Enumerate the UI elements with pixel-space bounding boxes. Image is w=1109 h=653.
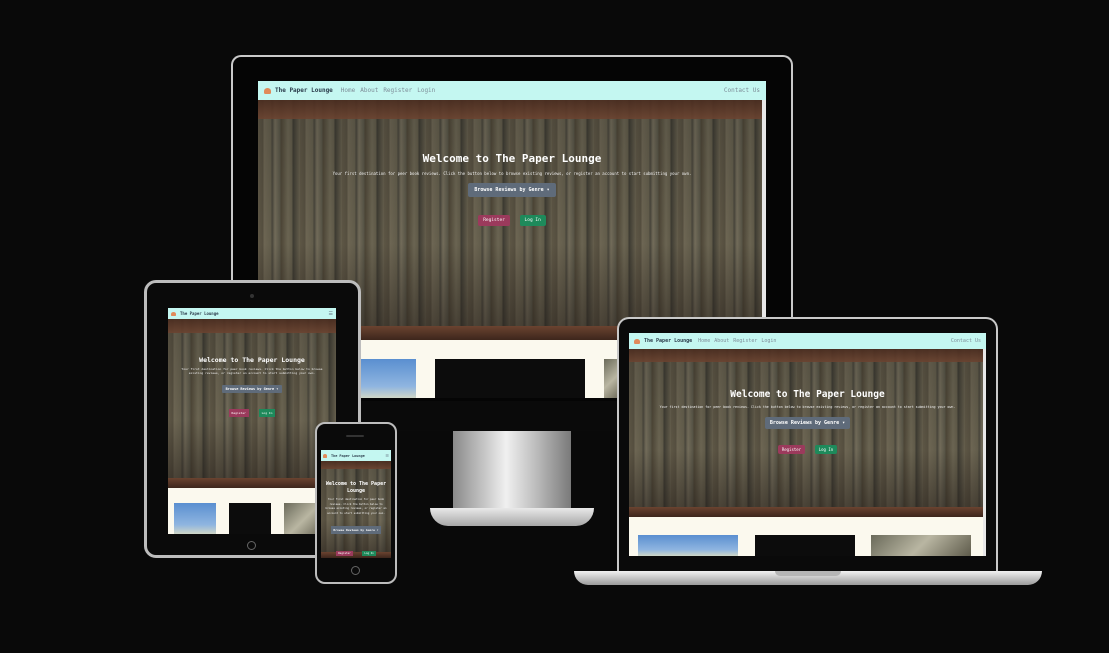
phone-home-button[interactable] — [351, 566, 360, 575]
caret-down-icon: ▾ — [546, 187, 550, 193]
genre-dropdown[interactable]: Browse Reviews by Genre ▾ — [221, 385, 283, 393]
hero-section: Welcome to The Paper Lounge Your first d… — [168, 319, 336, 488]
review-card-image[interactable] — [871, 535, 971, 556]
review-card-image[interactable] — [229, 503, 271, 534]
register-button[interactable]: Register — [228, 409, 249, 417]
desktop-stand — [453, 431, 571, 513]
genre-dropdown-label: Browse Reviews by Genre — [225, 387, 275, 391]
navbar: The Paper Lounge Home About Register Log… — [629, 333, 986, 349]
login-button[interactable]: Log In — [362, 551, 376, 556]
review-card-image[interactable] — [755, 535, 855, 556]
phone-screen: The Paper Lounge ☰ Welcome to The Paper … — [321, 450, 391, 558]
register-button[interactable]: Register — [336, 551, 353, 556]
nav-login[interactable]: Login — [417, 87, 435, 94]
genre-dropdown[interactable]: Browse Reviews by Genre ▾ — [468, 183, 556, 197]
brand-name: The Paper Lounge — [275, 87, 333, 94]
genre-dropdown[interactable]: Browse Reviews by Genre ▾ — [331, 526, 381, 534]
hero-title: Welcome to The Paper Lounge — [199, 356, 305, 364]
genre-dropdown-label: Browse Reviews by Genre — [474, 187, 544, 193]
nav-about[interactable]: About — [714, 338, 729, 344]
review-card-image[interactable] — [435, 359, 585, 398]
login-button[interactable]: Log In — [258, 409, 276, 417]
hero-subtitle: Your first destination for peer book rev… — [332, 171, 692, 176]
hero-title: Welcome to The Paper Lounge — [730, 389, 885, 400]
book-logo-icon — [634, 338, 640, 344]
navbar: The Paper Lounge Home About Register Log… — [258, 81, 766, 100]
register-button[interactable]: Register — [478, 215, 510, 226]
laptop-notch — [775, 571, 841, 576]
login-button[interactable]: Log In — [814, 445, 838, 454]
hero-title: Welcome to The Paper Lounge — [422, 152, 602, 165]
hamburger-menu-icon[interactable]: ☰ — [329, 311, 333, 317]
brand[interactable]: The Paper Lounge — [634, 338, 692, 344]
book-logo-icon — [264, 87, 271, 94]
caret-down-icon: ▾ — [376, 528, 379, 532]
genre-dropdown-label: Browse Reviews by Genre — [769, 420, 840, 426]
book-logo-icon — [323, 453, 327, 458]
brand-name: The Paper Lounge — [180, 311, 219, 316]
laptop-screen: The Paper Lounge Home About Register Log… — [629, 333, 986, 556]
nav-login[interactable]: Login — [761, 338, 776, 344]
phone-speaker — [346, 435, 364, 437]
hero-subtitle: Your first destination for peer book rev… — [325, 498, 387, 515]
hero-section: Welcome to The Paper Lounge Your first d… — [321, 461, 391, 558]
nav-about[interactable]: About — [360, 87, 378, 94]
brand-name: The Paper Lounge — [644, 338, 693, 344]
hero-subtitle: Your first destination for peer book rev… — [181, 367, 323, 375]
caret-down-icon: ▾ — [842, 420, 846, 426]
brand[interactable]: The Paper Lounge — [323, 453, 365, 458]
login-button[interactable]: Log In — [519, 215, 546, 226]
brand-name: The Paper Lounge — [331, 453, 365, 458]
nav-contact[interactable]: Contact Us — [951, 338, 981, 344]
hero-title: Welcome to The Paper Lounge — [325, 481, 387, 494]
review-card-image[interactable] — [638, 535, 738, 556]
nav-register[interactable]: Register — [383, 87, 412, 94]
brand[interactable]: The Paper Lounge — [264, 87, 333, 94]
caret-down-icon: ▾ — [276, 387, 279, 391]
genre-dropdown[interactable]: Browse Reviews by Genre ▾ — [764, 417, 851, 429]
navbar: The Paper Lounge ☰ — [168, 308, 336, 319]
hero-subtitle: Your first destination for peer book rev… — [659, 405, 956, 409]
brand[interactable]: The Paper Lounge — [171, 311, 219, 316]
nav-register[interactable]: Register — [733, 338, 757, 344]
register-button[interactable]: Register — [777, 445, 806, 454]
nav-contact[interactable]: Contact Us — [724, 87, 760, 94]
hero-section: Welcome to The Paper Lounge Your first d… — [629, 349, 986, 517]
tablet-camera — [250, 294, 254, 298]
tablet-screen: The Paper Lounge ☰ Welcome to The Paper … — [168, 308, 336, 534]
hamburger-menu-icon[interactable]: ☰ — [385, 453, 389, 458]
navbar: The Paper Lounge ☰ — [321, 450, 391, 461]
review-card-image[interactable] — [174, 503, 216, 534]
nav-home[interactable]: Home — [341, 87, 355, 94]
book-logo-icon — [171, 311, 176, 316]
nav-home[interactable]: Home — [698, 338, 710, 344]
genre-dropdown-label: Browse Reviews by Genre — [333, 528, 375, 532]
tablet-home-button[interactable] — [247, 541, 256, 550]
desktop-stand-base — [430, 508, 594, 526]
